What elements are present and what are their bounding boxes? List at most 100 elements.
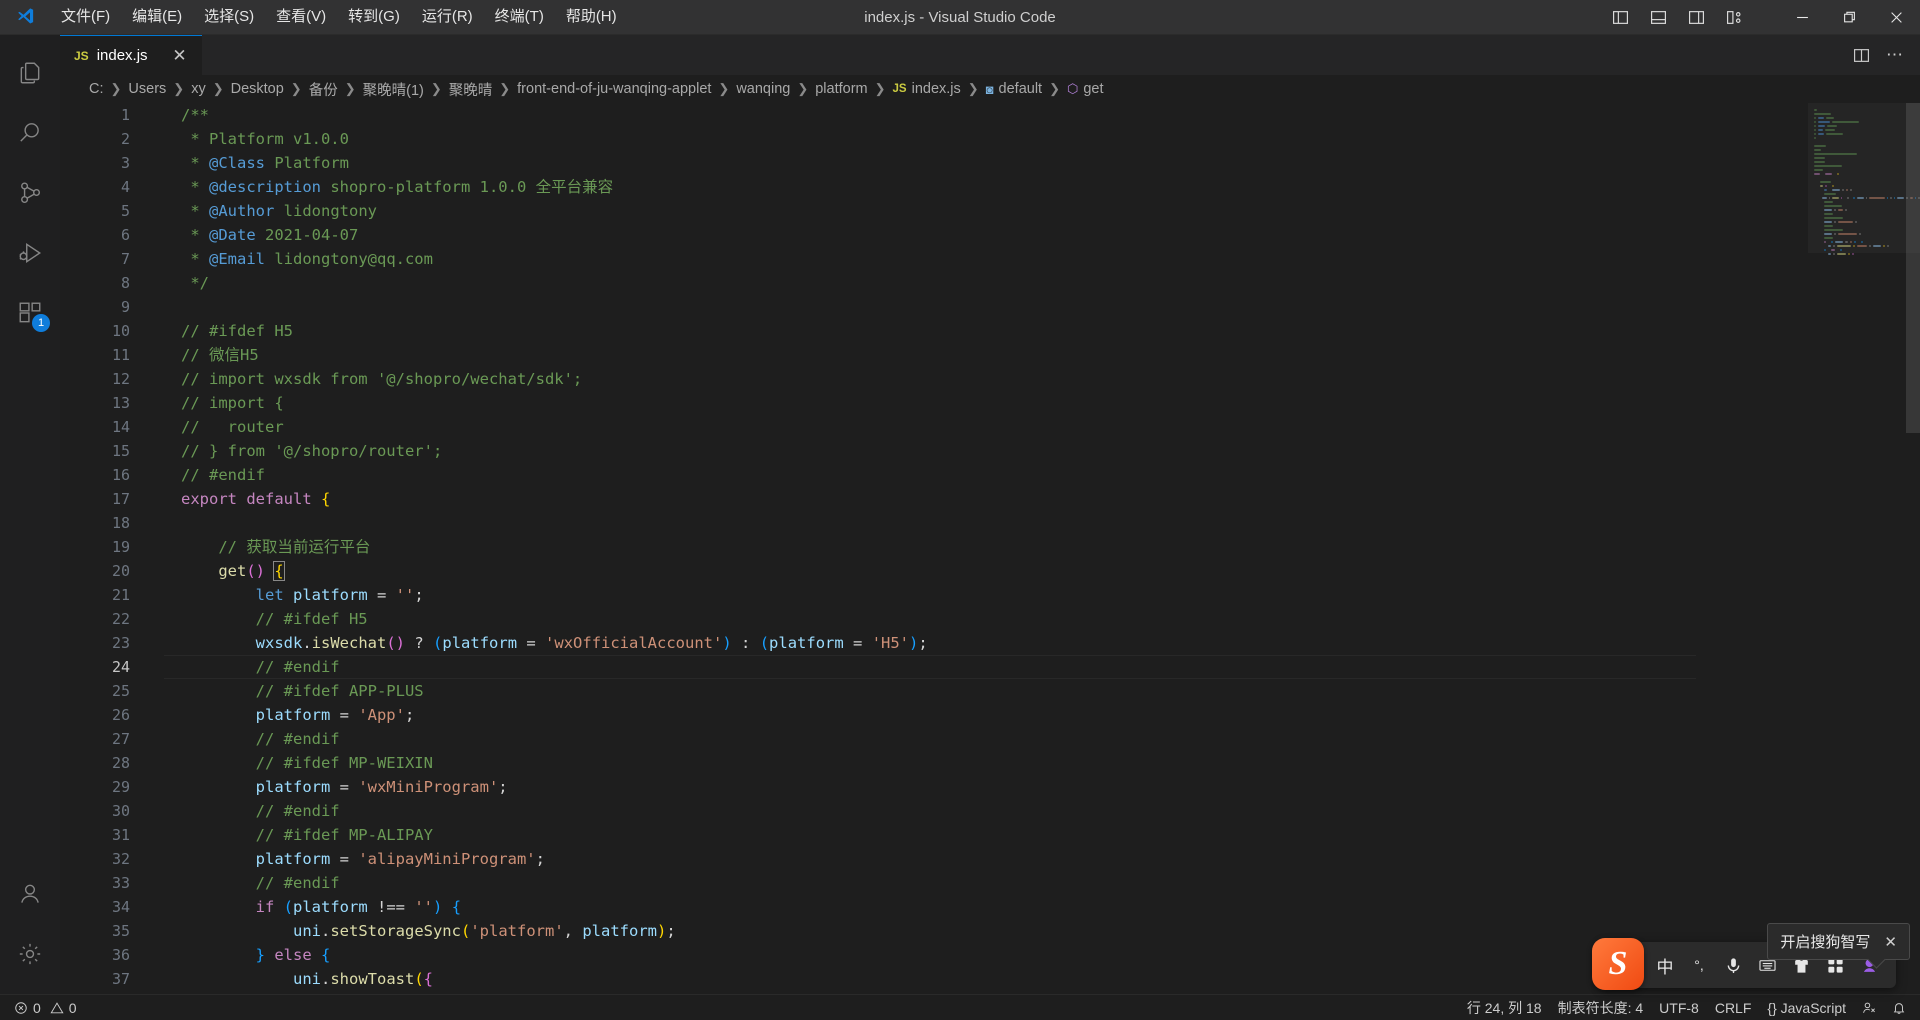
status-notifications-icon[interactable]: [1884, 995, 1914, 1020]
line-content[interactable]: uni.setStorageSync('platform', platform)…: [156, 919, 676, 943]
code-line[interactable]: 14 // router: [60, 415, 1808, 439]
line-content[interactable]: // #endif: [156, 463, 265, 487]
line-content[interactable]: // 微信H5: [156, 343, 259, 367]
code-line[interactable]: 17 export default {: [60, 487, 1808, 511]
line-content[interactable]: * Platform v1.0.0: [156, 127, 349, 151]
code-line[interactable]: 37 uni.showToast({: [60, 967, 1808, 991]
code-editor[interactable]: 1/** 2 * Platform v1.0.0 3 * @Class Platfo…: [60, 103, 1920, 994]
code-line[interactable]: 18: [60, 511, 1808, 535]
editor-scrollbar[interactable]: [1906, 103, 1920, 994]
line-content[interactable]: // } from '@/shopro/router';: [156, 439, 442, 463]
line-content[interactable]: uni.showToast({: [156, 967, 433, 991]
line-content[interactable]: // #ifdef MP-ALIPAY: [156, 823, 433, 847]
line-content[interactable]: * @Class Platform: [156, 151, 349, 175]
breadcrumb-item-5[interactable]: 聚晚晴(1): [362, 79, 425, 100]
breadcrumb-item-8[interactable]: wanqing: [735, 81, 791, 97]
more-actions-icon[interactable]: ⋯: [1880, 40, 1910, 70]
sidebar-item-search[interactable]: [0, 103, 60, 163]
menu-help[interactable]: 帮助(H): [555, 3, 628, 31]
split-editor-icon[interactable]: [1846, 40, 1876, 70]
line-content[interactable]: // router: [156, 415, 284, 439]
line-content[interactable]: } else {: [156, 943, 331, 967]
mic-icon[interactable]: [1716, 942, 1750, 988]
breadcrumb-item-file[interactable]: JS index.js: [892, 81, 962, 97]
window-maximize-button[interactable]: [1826, 0, 1873, 35]
breadcrumb-item-2[interactable]: xy: [190, 81, 207, 97]
menu-view[interactable]: 查看(V): [265, 3, 337, 31]
ime-punctuation-toggle[interactable]: °,: [1682, 942, 1716, 988]
line-content[interactable]: if (platform !== '') {: [156, 895, 461, 919]
code-line[interactable]: 35 uni.setStorageSync('platform', platfo…: [60, 919, 1808, 943]
code-line[interactable]: 4 * @description shopro-platform 1.0.0 全…: [60, 175, 1808, 199]
sidebar-item-run-debug[interactable]: [0, 223, 60, 283]
breadcrumb-item-1[interactable]: Users: [127, 81, 167, 97]
breadcrumb-item-symbol-get[interactable]: ⬡ get: [1066, 81, 1105, 97]
menu-go[interactable]: 转到(G): [337, 3, 411, 31]
status-eol[interactable]: CRLF: [1707, 995, 1760, 1020]
code-line[interactable]: 3 * @Class Platform: [60, 151, 1808, 175]
code-line[interactable]: 23 wxsdk.isWechat() ? (platform = 'wxOff…: [60, 631, 1808, 655]
line-content[interactable]: platform = 'wxMiniProgram';: [156, 775, 508, 799]
line-content[interactable]: // #ifdef MP-WEIXIN: [156, 751, 433, 775]
code-line[interactable]: 24 // #endif: [60, 655, 1808, 679]
line-content[interactable]: * @Email lidongtony@qq.com: [156, 247, 433, 271]
menu-edit[interactable]: 编辑(E): [121, 3, 193, 31]
breadcrumb-item-6[interactable]: 聚晚晴: [448, 79, 494, 100]
line-content[interactable]: platform = 'alipayMiniProgram';: [156, 847, 545, 871]
line-content[interactable]: // #endif: [156, 655, 340, 679]
line-content[interactable]: // import wxsdk from '@/shopro/wechat/sd…: [156, 367, 582, 391]
code-line[interactable]: 20 get() {: [60, 559, 1808, 583]
code-line[interactable]: 8 */: [60, 271, 1808, 295]
code-line[interactable]: 2 * Platform v1.0.0: [60, 127, 1808, 151]
code-line[interactable]: 36 } else {: [60, 943, 1808, 967]
line-content[interactable]: // #ifdef APP-PLUS: [156, 679, 424, 703]
toggle-panel-icon[interactable]: [1639, 0, 1677, 35]
breadcrumb-item-3[interactable]: Desktop: [230, 81, 285, 97]
menu-bar[interactable]: 文件(F) 编辑(E) 选择(S) 查看(V) 转到(G) 运行(R) 终端(T…: [50, 3, 628, 31]
code-line[interactable]: 22 // #ifdef H5: [60, 607, 1808, 631]
code-line[interactable]: 27 // #endif: [60, 727, 1808, 751]
code-line[interactable]: 7 * @Email lidongtony@qq.com: [60, 247, 1808, 271]
line-content[interactable]: platform = 'App';: [156, 703, 415, 727]
menu-terminal[interactable]: 终端(T): [484, 3, 555, 31]
close-icon[interactable]: ✕: [170, 47, 190, 64]
code-line[interactable]: 32 platform = 'alipayMiniProgram';: [60, 847, 1808, 871]
status-feedback-icon[interactable]: [1854, 995, 1884, 1020]
line-content[interactable]: // #endif: [156, 727, 340, 751]
sidebar-item-source-control[interactable]: [0, 163, 60, 223]
line-content[interactable]: * @Author lidongtony: [156, 199, 377, 223]
toggle-secondary-sidebar-icon[interactable]: [1677, 0, 1715, 35]
window-minimize-button[interactable]: [1779, 0, 1826, 35]
breadcrumb-item-4[interactable]: 备份: [308, 79, 339, 100]
customize-layout-icon[interactable]: [1715, 0, 1753, 35]
code-lines[interactable]: 1/** 2 * Platform v1.0.0 3 * @Class Platfo…: [60, 103, 1808, 994]
code-line[interactable]: 26 platform = 'App';: [60, 703, 1808, 727]
status-editor-position[interactable]: 行 24, 列 18: [1459, 995, 1550, 1020]
code-line[interactable]: 33 // #endif: [60, 871, 1808, 895]
code-line[interactable]: 5 * @Author lidongtony: [60, 199, 1808, 223]
code-line[interactable]: 15 // } from '@/shopro/router';: [60, 439, 1808, 463]
code-line[interactable]: 30 // #endif: [60, 799, 1808, 823]
line-content[interactable]: let platform = '';: [156, 583, 424, 607]
line-content[interactable]: // 获取当前运行平台: [156, 535, 370, 559]
tab-index-js[interactable]: JS index.js ✕: [60, 35, 202, 75]
code-line[interactable]: 29 platform = 'wxMiniProgram';: [60, 775, 1808, 799]
status-encoding[interactable]: UTF-8: [1651, 995, 1707, 1020]
code-line[interactable]: 25 // #ifdef APP-PLUS: [60, 679, 1808, 703]
breadcrumb-item-symbol-default[interactable]: ◙ default: [985, 81, 1043, 97]
code-line[interactable]: 9: [60, 295, 1808, 319]
sidebar-item-extensions[interactable]: 1: [0, 283, 60, 343]
menu-file[interactable]: 文件(F): [50, 3, 121, 31]
code-line[interactable]: 1 /**: [60, 103, 1808, 127]
line-content[interactable]: export default {: [156, 487, 330, 511]
code-line[interactable]: 21 let platform = '';: [60, 583, 1808, 607]
line-content[interactable]: * @description shopro-platform 1.0.0 全平台…: [156, 175, 613, 199]
code-line[interactable]: 28 // #ifdef MP-WEIXIN: [60, 751, 1808, 775]
code-line[interactable]: 11 // 微信H5: [60, 343, 1808, 367]
line-content[interactable]: // #endif: [156, 871, 340, 895]
breadcrumb-item-9[interactable]: platform: [814, 81, 868, 97]
toggle-primary-sidebar-icon[interactable]: [1601, 0, 1639, 35]
menu-run[interactable]: 运行(R): [411, 3, 484, 31]
line-content[interactable]: * @Date 2021-04-07: [156, 223, 358, 247]
window-close-button[interactable]: [1873, 0, 1920, 35]
